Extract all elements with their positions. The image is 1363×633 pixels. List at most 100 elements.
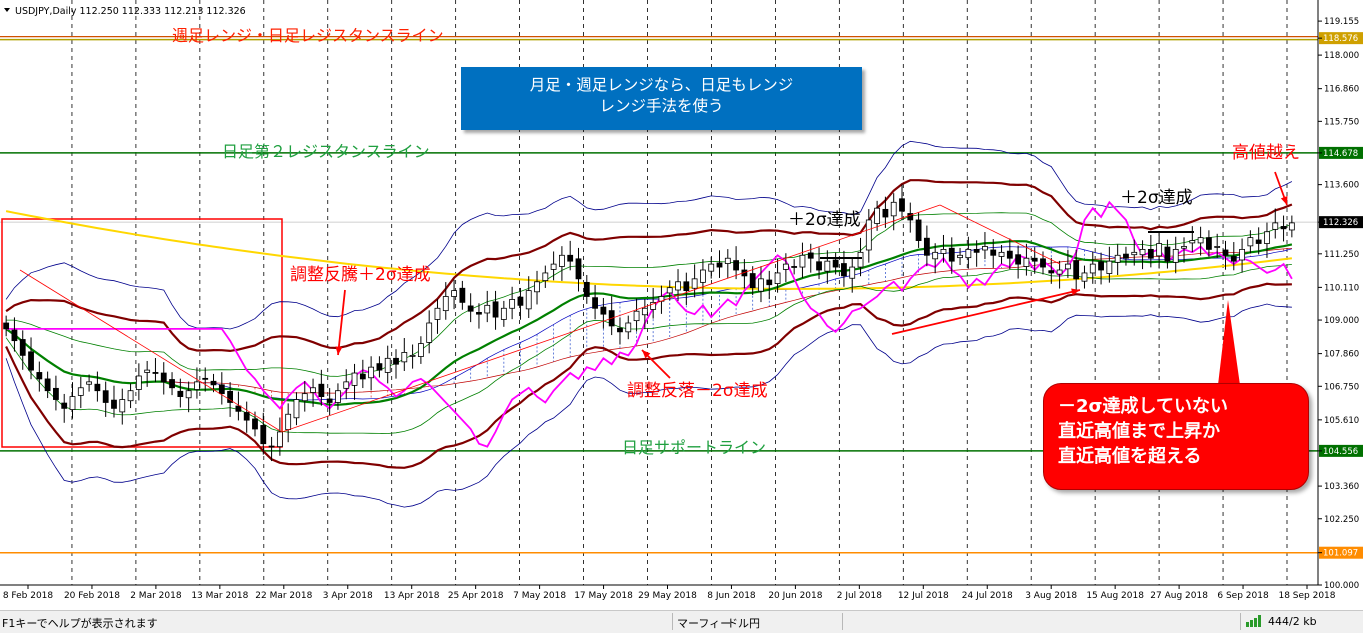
candle-body bbox=[1048, 270, 1055, 274]
candle-body bbox=[1255, 239, 1262, 244]
candle-body bbox=[600, 306, 607, 315]
candle-body bbox=[384, 357, 391, 373]
candle-body bbox=[824, 260, 831, 272]
candle-body bbox=[567, 254, 574, 262]
x-tick-label: 20 Jun 2018 bbox=[768, 591, 822, 601]
info-callout-blue: 月足・週足レンジなら、日足もレンジ レンジ手法を使う bbox=[461, 67, 862, 130]
candle-body bbox=[484, 304, 491, 314]
x-tick-label: 22 Mar 2018 bbox=[255, 591, 312, 601]
candle-body bbox=[708, 263, 715, 272]
candle-body bbox=[185, 390, 192, 399]
x-tick-label: 13 Mar 2018 bbox=[191, 591, 248, 601]
candle-body bbox=[44, 378, 51, 392]
candle-body bbox=[998, 251, 1005, 257]
candle-body bbox=[376, 363, 383, 371]
candle-body bbox=[127, 390, 134, 402]
candle-body bbox=[733, 260, 739, 271]
candle-body bbox=[1280, 226, 1287, 230]
candle-body bbox=[243, 412, 250, 421]
candle-body bbox=[1114, 254, 1121, 263]
y-tick-label: 116.860 bbox=[1324, 85, 1359, 95]
y-tick-label: 107.860 bbox=[1324, 350, 1359, 360]
candle-body bbox=[69, 396, 76, 410]
candle-body bbox=[1239, 248, 1245, 261]
candle-body bbox=[641, 307, 648, 316]
candle-body bbox=[1272, 222, 1279, 230]
plus2sigma-label-july: ＋2σ達成 bbox=[788, 210, 861, 230]
candle-body bbox=[874, 207, 881, 224]
y-tick-label: 102.250 bbox=[1324, 515, 1359, 525]
candle-body bbox=[882, 208, 889, 218]
candle-body bbox=[351, 372, 358, 386]
candle-body bbox=[1164, 246, 1171, 262]
candle-body bbox=[393, 357, 399, 365]
candle-body bbox=[451, 290, 457, 297]
candle-body bbox=[666, 287, 673, 294]
status-separator bbox=[842, 613, 843, 630]
x-tick-label: 20 Feb 2018 bbox=[64, 591, 120, 601]
symbol-header: USDJPY,Daily 112.250 112.333 112.213 112… bbox=[15, 6, 246, 17]
candle-body bbox=[53, 387, 59, 400]
candle-body bbox=[442, 296, 449, 312]
candle-body bbox=[716, 262, 723, 268]
candle-body bbox=[700, 269, 706, 283]
candle-body bbox=[525, 290, 532, 310]
candle-body bbox=[252, 418, 258, 430]
candle-body bbox=[509, 299, 516, 309]
candle-body bbox=[11, 329, 18, 342]
status-separator bbox=[1240, 613, 1241, 630]
chart-area[interactable]: 118.576 114.678 104.556 101.097 112.326 週足レン… bbox=[0, 0, 1363, 610]
candle-body bbox=[1023, 257, 1030, 267]
rebound-plus2sigma-label: 調整反騰＋2σ達成 bbox=[290, 265, 431, 285]
red-callout-line-2: 直近高値まで上昇か bbox=[1058, 421, 1220, 442]
candle-body bbox=[592, 297, 598, 309]
candle-body bbox=[542, 272, 549, 282]
candle-body bbox=[61, 402, 68, 409]
y-tick-label: 109.000 bbox=[1324, 316, 1359, 326]
candle-body bbox=[617, 327, 623, 333]
candle-body bbox=[3, 322, 10, 330]
candle-body bbox=[1089, 263, 1096, 274]
traffic-counter: 444/2 kb bbox=[1268, 615, 1317, 628]
candle-body bbox=[1123, 253, 1129, 259]
status-separator bbox=[672, 613, 673, 630]
candle-body bbox=[1172, 248, 1179, 263]
candle-body bbox=[210, 380, 217, 386]
candle-body bbox=[583, 281, 590, 297]
candle-body bbox=[293, 399, 300, 419]
profile-name: マーフィー bbox=[677, 617, 732, 630]
candle-body bbox=[774, 272, 781, 284]
candle-body bbox=[152, 372, 159, 374]
candle-body bbox=[426, 322, 433, 343]
candle-body bbox=[310, 387, 316, 393]
candle-body bbox=[957, 254, 963, 259]
second-resistance-label: 日足第２レジスタンスライン bbox=[222, 142, 430, 161]
candle-body bbox=[343, 381, 350, 389]
candle-body bbox=[534, 281, 540, 293]
status-bar: F1キーでヘルプが表示されます マーフィー ドル円 444/2 kb bbox=[0, 610, 1363, 633]
candle-body bbox=[77, 387, 84, 396]
candle-body bbox=[940, 248, 947, 254]
blue-callout-line-1: 月足・週足レンジなら、日足もレンジ bbox=[529, 76, 794, 94]
x-tick-label: 24 Jul 2018 bbox=[962, 591, 1013, 601]
x-tick-label: 17 May 2018 bbox=[574, 591, 633, 601]
candle-body bbox=[1147, 248, 1154, 259]
candle-body bbox=[401, 352, 408, 363]
candle-body bbox=[841, 263, 847, 277]
x-tick-label: 6 Sep 2018 bbox=[1217, 591, 1269, 601]
candle-body bbox=[335, 390, 341, 403]
candle-body bbox=[973, 248, 980, 253]
x-tick-label: 15 Aug 2018 bbox=[1086, 591, 1144, 601]
candle-body bbox=[1156, 243, 1163, 257]
candle-body bbox=[177, 390, 184, 397]
candle-body bbox=[160, 372, 167, 383]
candle-body bbox=[782, 263, 789, 270]
x-tick-label: 12 Jul 2018 bbox=[898, 591, 949, 601]
candle-body bbox=[202, 377, 209, 380]
y-tick-label: 110.110 bbox=[1324, 283, 1359, 293]
candle-body bbox=[865, 219, 872, 251]
help-text: F1キーでヘルプが表示されます bbox=[2, 617, 158, 630]
candle-body bbox=[476, 311, 482, 315]
blue-callout-line-2: レンジ手法を使う bbox=[599, 97, 724, 115]
candle-body bbox=[268, 445, 275, 448]
